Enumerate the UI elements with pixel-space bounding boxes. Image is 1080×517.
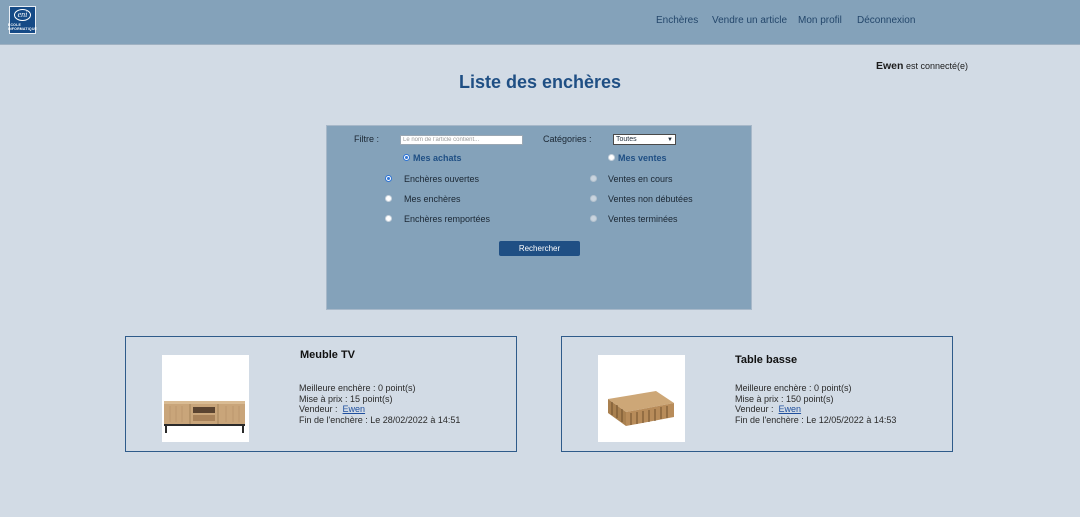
category-label: Catégories : [543,134,592,144]
search-input[interactable] [400,135,523,145]
category-select-value: Toutes [616,136,637,143]
option-ventes-non-debutees: Ventes non débutées [608,194,693,204]
filter-label: Filtre : [354,134,380,144]
starting-price: Mise à prix : 15 point(s) [299,393,393,404]
nav-link-encheres[interactable]: Enchères [656,15,698,26]
radio-ventes-en-cours[interactable] [590,175,597,182]
search-button[interactable]: Rechercher [499,241,580,256]
seller-link[interactable]: Ewen [779,404,802,414]
chevron-down-icon: ▼ [667,136,673,143]
logo-mark: eni [14,9,31,21]
radio-ventes-non-debutees[interactable] [590,195,597,202]
radio-mes-achats[interactable] [403,154,410,161]
auction-title[interactable]: Table basse [735,354,797,366]
radio-ventes-terminees[interactable] [590,215,597,222]
seller-link[interactable]: Ewen [343,404,366,414]
tv-stand-icon[interactable] [162,355,249,442]
nav-link-deconnexion[interactable]: Déconnexion [857,15,915,26]
auction-card[interactable]: Table basse Meilleure enchère : 0 point(… [561,336,953,452]
auction-details: Meilleure enchère : 0 point(s) Mise à pr… [299,383,460,425]
option-ventes-en-cours: Ventes en cours [608,174,673,184]
seller-label: Vendeur : [299,404,338,414]
filter-panel: Filtre : Catégories : Toutes ▼ Mes achat… [326,125,752,310]
user-name: Ewen [876,60,904,72]
option-encheres-remportees: Enchères remportées [404,214,491,224]
auction-details: Meilleure enchère : 0 point(s) Mise à pr… [735,383,896,425]
seller-row: Vendeur : Ewen [299,404,460,415]
auction-title[interactable]: Meuble TV [300,349,355,361]
coffee-table-icon[interactable] [598,355,685,442]
radio-encheres-ouvertes[interactable] [385,175,392,182]
best-bid: Meilleure enchère : 0 point(s) [299,383,416,393]
user-status-text: est connecté(e) [905,61,968,71]
top-navbar: eni ÉCOLE INFORMATIQUE Enchères Vendre u… [0,0,1080,45]
radio-encheres-remportees[interactable] [385,215,392,222]
radio-mes-encheres[interactable] [385,195,392,202]
best-bid: Meilleure enchère : 0 point(s) [735,383,852,393]
category-select[interactable]: Toutes ▼ [613,134,676,145]
page-title: Liste des enchères [458,72,622,92]
logo-subtext: ÉCOLE INFORMATIQUE [7,23,38,31]
end-date: Fin de l'enchère : Le 28/02/2022 à 14:51 [299,414,461,425]
end-date: Fin de l'enchère : Le 12/05/2022 à 14:53 [735,414,897,425]
auction-card[interactable]: Meuble TV Meilleure enchère : 0 point(s)… [125,336,517,452]
nav-link-vendre-article[interactable]: Vendre un article [712,15,787,26]
option-encheres-ouvertes: Enchères ouvertes [404,174,480,184]
option-ventes-terminees: Ventes terminées [608,214,678,224]
seller-label: Vendeur : [735,404,774,414]
mes-achats-label: Mes achats [413,153,462,163]
mes-ventes-label: Mes ventes [618,153,667,163]
seller-row: Vendeur : Ewen [735,404,896,415]
starting-price: Mise à prix : 150 point(s) [735,393,834,404]
option-mes-encheres: Mes enchères [404,194,461,204]
user-status: Ewen est connecté(e) [876,60,968,72]
eni-logo[interactable]: eni ÉCOLE INFORMATIQUE [7,6,38,34]
nav-link-mon-profil[interactable]: Mon profil [798,15,842,26]
radio-mes-ventes[interactable] [608,154,615,161]
